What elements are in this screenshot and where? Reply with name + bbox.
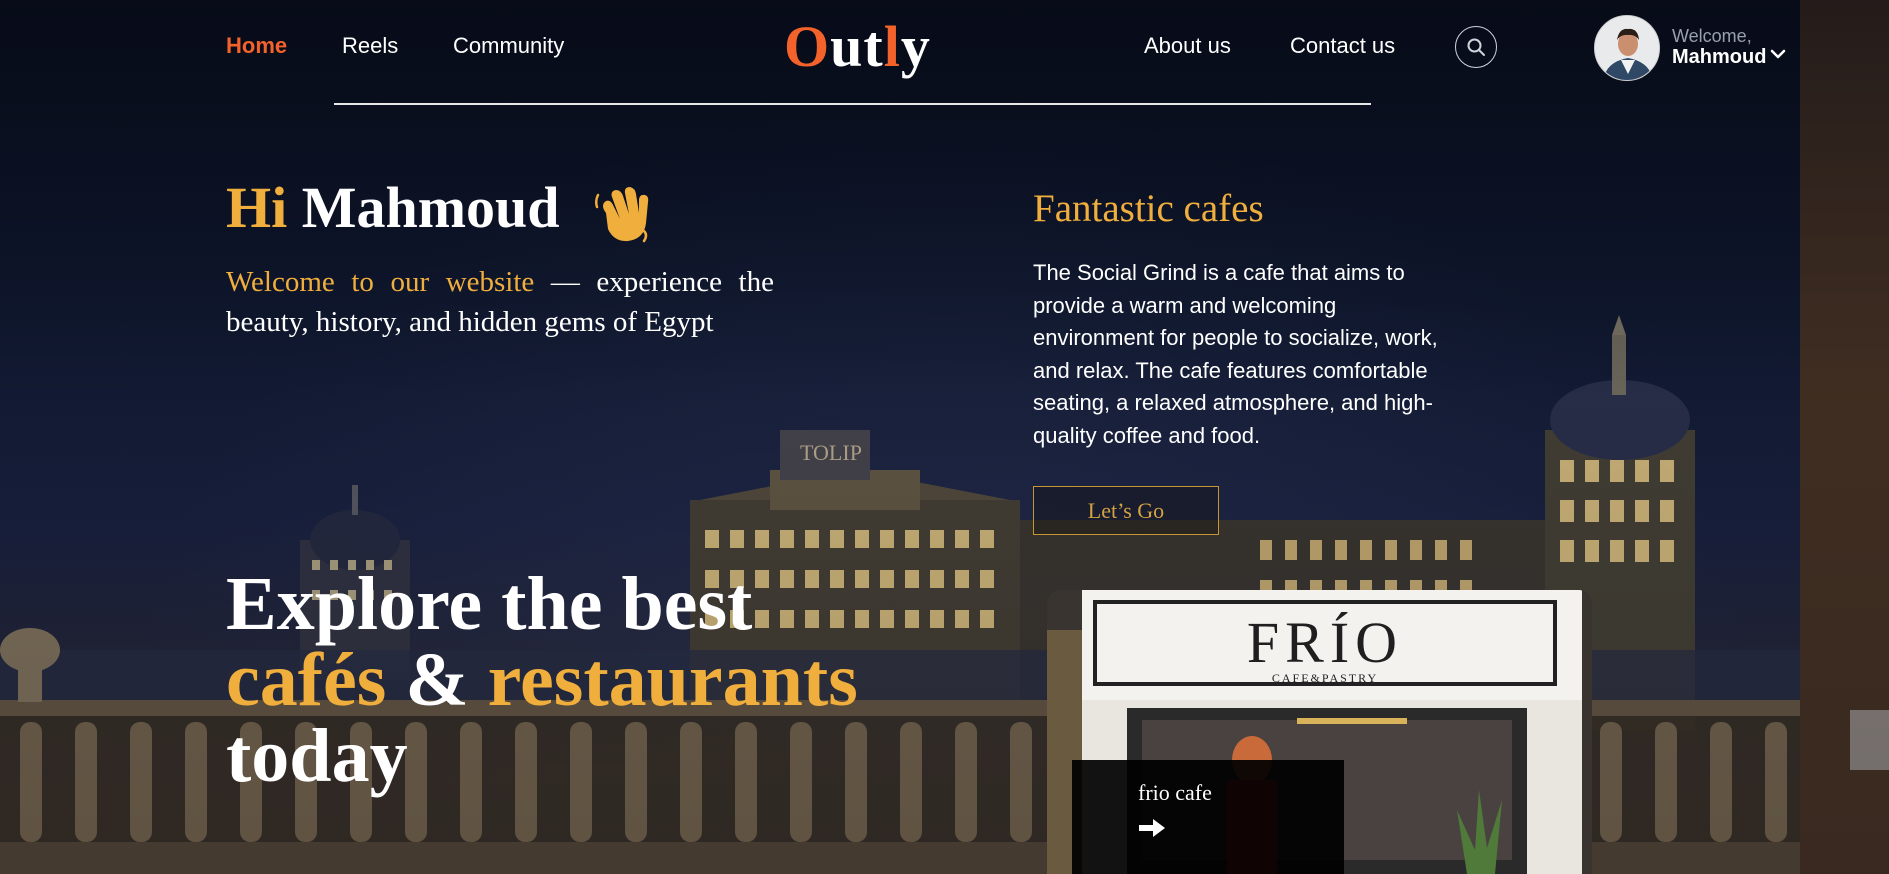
feature-title: Fantastic cafes xyxy=(1033,187,1264,230)
logo-letters-ut: ut xyxy=(830,14,884,79)
greeting-heading: Hi Mahmoud xyxy=(226,174,560,241)
arrow-right-icon[interactable] xyxy=(1138,818,1166,838)
welcome-label: Welcome, xyxy=(1672,26,1752,46)
waving-hand-icon xyxy=(594,187,649,243)
explore-cafes: cafés xyxy=(226,638,387,722)
user-avatar[interactable] xyxy=(1594,15,1660,81)
explore-heading: Explore the best cafés & restaurants tod… xyxy=(226,566,858,794)
feature-description: The Social Grind is a cafe that aims to … xyxy=(1033,260,1438,448)
intro-highlight: Welcome to our website xyxy=(226,266,535,298)
logo-letter-l: l xyxy=(883,14,901,79)
nav-about-us[interactable]: About us xyxy=(1144,33,1231,59)
user-photo xyxy=(1595,16,1659,80)
nav-home[interactable]: Home xyxy=(226,33,287,59)
nav-reels[interactable]: Reels xyxy=(342,33,398,59)
explore-ampersand: & xyxy=(386,638,488,722)
logo-letter-o: O xyxy=(784,14,831,79)
explore-line-1: Explore the best xyxy=(226,562,753,646)
search-button[interactable] xyxy=(1455,26,1497,68)
greeting-hi: Hi xyxy=(226,175,288,240)
cafe-card-label[interactable] xyxy=(1072,760,1344,874)
chevron-down-icon[interactable] xyxy=(1770,48,1786,60)
frio-sign-text: FRÍO xyxy=(1247,610,1403,675)
outly-logo[interactable]: Outly xyxy=(784,12,931,82)
explore-line-2: cafés & restaurants xyxy=(226,642,858,718)
explore-restaurants: restaurants xyxy=(487,638,858,722)
header-divider xyxy=(334,103,1371,105)
user-name[interactable]: Mahmoud xyxy=(1672,46,1766,69)
nav-community[interactable]: Community xyxy=(453,33,564,59)
nav-contact-us[interactable]: Contact us xyxy=(1290,33,1395,59)
frio-sign-subtext: CAFE&PASTRY xyxy=(1272,671,1378,685)
explore-line-3: today xyxy=(226,714,408,798)
cafe-name: frio cafe xyxy=(1138,780,1212,805)
welcome-intro-text: Welcome to our website — experience the … xyxy=(226,262,774,342)
search-icon xyxy=(1467,38,1485,56)
logo-letter-y: y xyxy=(900,14,931,79)
lets-go-button[interactable]: Let’s Go xyxy=(1033,486,1219,535)
greeting-name: Mahmoud xyxy=(301,175,560,240)
